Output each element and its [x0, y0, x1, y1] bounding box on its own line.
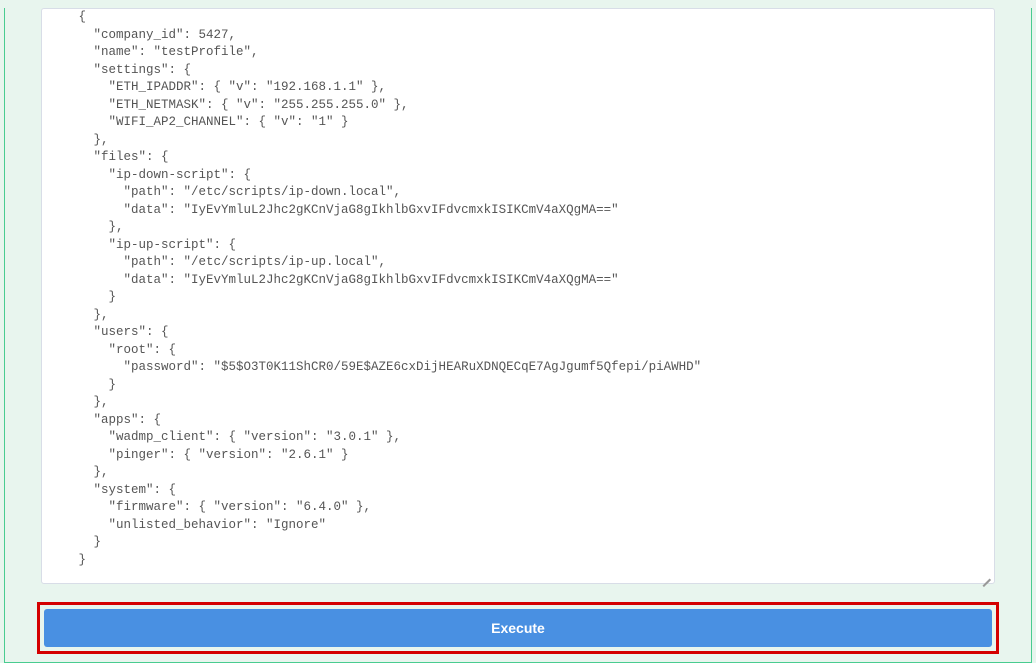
execute-button[interactable]: Execute: [44, 609, 992, 647]
execute-highlight-border: Execute: [37, 602, 999, 654]
request-body-textarea[interactable]: { "company_id": 5427, "name": "testProfi…: [41, 8, 995, 584]
json-content: { "company_id": 5427, "name": "testProfi…: [42, 9, 994, 583]
api-panel: { "company_id": 5427, "name": "testProfi…: [4, 8, 1032, 663]
